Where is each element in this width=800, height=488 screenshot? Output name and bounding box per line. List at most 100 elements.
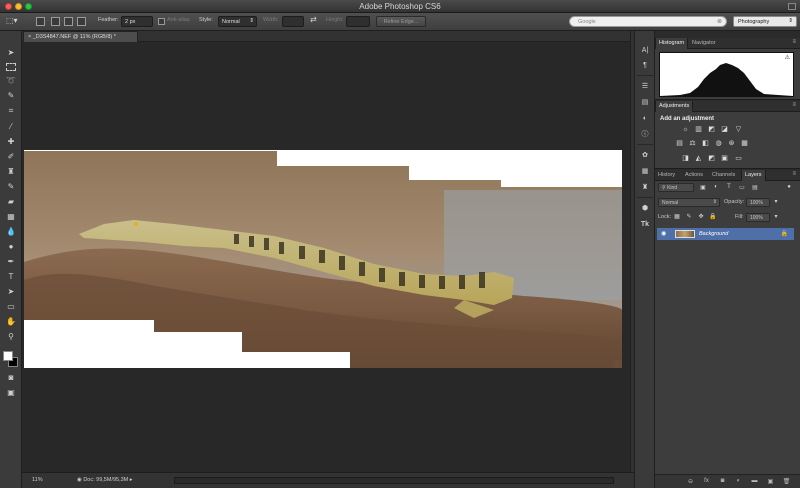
pixel-filter-icon[interactable]: ▣ xyxy=(699,184,707,191)
exposure-icon[interactable]: ◪ xyxy=(720,125,729,134)
clone-source-icon[interactable]: ♜ xyxy=(639,182,651,193)
type-tool-icon[interactable]: T xyxy=(5,272,17,282)
layer-filter-select[interactable]: ⚲ Kind xyxy=(658,183,694,192)
lock-position-icon[interactable]: ✥ xyxy=(697,213,705,220)
tab-navigator[interactable]: Navigator xyxy=(689,38,719,49)
height-input[interactable] xyxy=(346,16,370,27)
clone-stamp-icon[interactable]: ♜ xyxy=(5,167,17,177)
quick-mask-icon[interactable]: ◙ xyxy=(5,373,17,383)
path-selection-icon[interactable]: ➤ xyxy=(5,287,17,297)
posterize-icon[interactable]: ◭ xyxy=(694,154,703,163)
lasso-tool-icon[interactable]: ➰ xyxy=(5,76,17,86)
add-mask-icon[interactable]: ◙ xyxy=(718,478,727,484)
character-panel-icon[interactable]: A| xyxy=(639,45,651,56)
search-input[interactable]: Google ⊗ xyxy=(569,16,727,27)
curves-icon[interactable]: ◩ xyxy=(707,125,716,134)
channel-mixer-icon[interactable]: ⊛ xyxy=(727,139,736,148)
swap-icon[interactable]: ⇄ xyxy=(310,15,317,24)
status-arrow-icon[interactable]: ▸ xyxy=(130,477,133,483)
width-input[interactable] xyxy=(282,16,304,27)
blend-mode-select[interactable]: Normal ⇕ xyxy=(658,198,720,207)
feather-input[interactable]: 2 px xyxy=(121,16,153,27)
photo-filter-icon[interactable]: ◍ xyxy=(714,139,723,148)
subtract-from-selection-icon[interactable] xyxy=(64,17,73,26)
color-lookup-icon[interactable]: ▦ xyxy=(740,139,749,148)
move-tool-icon[interactable]: ➤ xyxy=(5,48,17,58)
eyedropper-icon[interactable]: ⁄ xyxy=(5,122,17,132)
marquee-tool-icon[interactable] xyxy=(6,63,16,71)
screen-mode-icon[interactable]: ▣ xyxy=(5,388,17,398)
levels-icon[interactable]: ▥ xyxy=(694,125,703,134)
clear-search-icon[interactable]: ⊗ xyxy=(717,18,722,25)
pen-tool-icon[interactable]: ✒ xyxy=(5,257,17,267)
intersect-selection-icon[interactable] xyxy=(77,17,86,26)
layer-name[interactable]: Background xyxy=(699,231,728,237)
adjustment-filter-icon[interactable]: ◐ xyxy=(712,184,720,190)
selective-color-icon[interactable]: ▣ xyxy=(720,154,729,163)
delete-layer-icon[interactable]: 🗑 xyxy=(782,478,791,485)
brush-presets-icon[interactable]: ✿ xyxy=(639,150,651,161)
foreground-color-swatch[interactable] xyxy=(3,351,13,361)
brush-panel-icon[interactable]: ▦ xyxy=(639,166,651,177)
workspace-select[interactable]: Photography ⇕ xyxy=(733,16,797,27)
gradient-tool-icon[interactable]: ▦ xyxy=(5,212,17,222)
antialias-checkbox[interactable] xyxy=(158,18,165,25)
info-panel-icon[interactable]: ⓘ xyxy=(639,129,651,140)
filter-toggle-icon[interactable]: ● xyxy=(785,184,793,190)
marquee-tool-preset-icon[interactable]: ⬚▾ xyxy=(6,16,18,25)
zoom-tool-icon[interactable]: ⚲ xyxy=(5,332,17,342)
tab-history[interactable]: History xyxy=(655,170,678,181)
new-group-icon[interactable]: ▬ xyxy=(750,478,759,484)
dodge-tool-icon[interactable]: ● xyxy=(5,242,17,252)
fullscreen-icon[interactable] xyxy=(788,3,796,10)
tab-histogram[interactable]: Histogram xyxy=(655,38,689,49)
shape-filter-icon[interactable]: ▭ xyxy=(738,184,746,191)
black-white-icon[interactable]: ◧ xyxy=(701,139,710,148)
opacity-dropdown-icon[interactable]: ▾ xyxy=(772,198,780,205)
lock-image-icon[interactable]: ✎ xyxy=(685,213,693,220)
opacity-input[interactable]: 100% xyxy=(746,198,770,207)
warning-icon[interactable]: ⚠ xyxy=(785,54,790,61)
lock-transparent-icon[interactable]: ▦ xyxy=(673,213,681,220)
history-brush-icon[interactable]: ✎ xyxy=(5,182,17,192)
new-adjustment-icon[interactable]: ◐ xyxy=(734,478,743,484)
vibrance-icon[interactable]: ▽ xyxy=(734,125,743,134)
hue-saturation-icon[interactable]: ▤ xyxy=(675,139,684,148)
invert-icon[interactable]: ◨ xyxy=(681,154,690,163)
quick-selection-icon[interactable]: ✎ xyxy=(5,91,17,101)
properties-panel-icon[interactable]: ☰ xyxy=(639,81,651,92)
paragraph-panel-icon[interactable]: ¶ xyxy=(639,60,651,71)
document-tab[interactable]: × _D3S4847.NEF @ 11% (RGB/8) * xyxy=(23,31,138,42)
timeline-panel-icon[interactable]: Tk xyxy=(639,219,651,230)
new-layer-icon[interactable]: ▣ xyxy=(766,478,775,485)
close-tab-icon[interactable]: × xyxy=(28,34,31,40)
swatches-panel-icon[interactable]: ▤ xyxy=(639,97,651,108)
color-balance-icon[interactable]: ⚖ xyxy=(688,139,697,148)
panel-menu-icon[interactable]: ≡ xyxy=(792,171,796,177)
add-to-selection-icon[interactable] xyxy=(51,17,60,26)
style-select[interactable]: Normal ⇕ xyxy=(218,16,257,27)
tab-layers[interactable]: Layers xyxy=(741,170,766,181)
layer-row[interactable]: ◉ Background 🔒 xyxy=(657,228,794,240)
link-layers-icon[interactable]: ⊖ xyxy=(686,478,695,485)
fill-dropdown-icon[interactable]: ▾ xyxy=(772,213,780,220)
threshold-icon[interactable]: ◩ xyxy=(707,154,716,163)
brightness-contrast-icon[interactable]: ☼ xyxy=(681,125,690,134)
fill-input[interactable]: 100% xyxy=(746,213,770,222)
brush-tool-icon[interactable]: ✐ xyxy=(5,152,17,162)
lock-all-icon[interactable]: 🔒 xyxy=(709,213,717,220)
hand-tool-icon[interactable]: ✋ xyxy=(5,317,17,327)
horizontal-scrollbar[interactable] xyxy=(174,477,614,484)
visibility-eye-icon[interactable]: ◉ xyxy=(661,230,666,237)
zoom-level[interactable]: 11% xyxy=(32,477,43,483)
crop-tool-icon[interactable]: ⌗ xyxy=(5,106,17,116)
eraser-tool-icon[interactable]: ▰ xyxy=(5,197,17,207)
color-panel-icon[interactable]: ◐ xyxy=(639,113,651,124)
tab-adjustments[interactable]: Adjustments xyxy=(655,101,694,112)
gradient-map-icon[interactable]: ▭ xyxy=(734,154,743,163)
blur-tool-icon[interactable]: 💧 xyxy=(5,227,17,237)
layer-style-icon[interactable]: fx xyxy=(702,478,711,484)
canvas-area[interactable] xyxy=(22,42,630,472)
type-filter-icon[interactable]: T xyxy=(725,184,733,190)
healing-brush-icon[interactable]: ✚ xyxy=(5,137,17,147)
